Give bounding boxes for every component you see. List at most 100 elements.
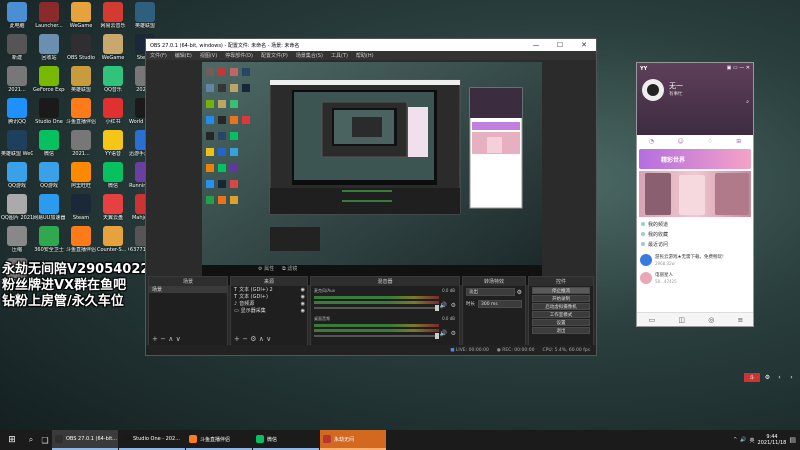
desktop-icon[interactable]: Studio One: [34, 98, 64, 125]
desktop-icon[interactable]: 微信: [34, 130, 64, 157]
ime-icon[interactable]: 英: [750, 437, 755, 444]
close-button[interactable]: ✕: [572, 39, 596, 51]
duration-input[interactable]: 300 ms: [478, 300, 522, 308]
desktop-icon[interactable]: 网易UU加速器: [33, 194, 65, 221]
yy-promo-image[interactable]: [639, 171, 751, 217]
desktop-icon[interactable]: WeGame: [66, 2, 96, 29]
desktop-icon[interactable]: 英雄联盟 WeGame: [1, 130, 33, 157]
desktop-icon[interactable]: 斗鱼直播伴侣: [66, 226, 96, 253]
target-icon[interactable]: ◎: [708, 316, 714, 324]
avatar[interactable]: [642, 79, 664, 101]
speaker-icon[interactable]: 🔊: [440, 302, 447, 309]
source-item[interactable]: T 文本 (GDI+) ◉: [231, 293, 307, 301]
settings-icon[interactable]: ⚙: [763, 373, 772, 382]
stop-streaming-button[interactable]: 停止推流: [532, 287, 590, 294]
volume-slider-handle[interactable]: [435, 333, 439, 339]
taskbar-app-button[interactable]: Studio One - 202...: [119, 430, 185, 450]
desktop-icon[interactable]: QQ游戏: [2, 162, 32, 189]
start-button[interactable]: ⊞: [0, 430, 24, 450]
search-icon[interactable]: ⌕: [24, 430, 38, 450]
scene-item[interactable]: 场景: [149, 286, 227, 293]
desktop-icon[interactable]: 微信: [98, 162, 128, 189]
source-item[interactable]: T 文本 (GDI+) 2 ◉: [231, 286, 307, 294]
taskbar-app-button[interactable]: 永劫无间: [320, 430, 386, 450]
menu-profile[interactable]: 配置文件(P): [261, 52, 288, 59]
yy-status[interactable]: 有事忙: [669, 91, 683, 97]
tray-overflow-icon[interactable]: ^: [733, 437, 737, 443]
desktop-icon[interactable]: QQ图片 20211009...: [1, 194, 33, 221]
gear-icon[interactable]: ⚙: [451, 330, 456, 337]
taskbar-app-button[interactable]: 斗鱼直播伴侣: [186, 430, 252, 450]
obs-titlebar[interactable]: OBS 27.0.1 (64-bit, windows) - 配置文件: 未命名…: [146, 39, 596, 51]
desktop-icon[interactable]: QQ音乐: [98, 66, 128, 93]
gear-icon[interactable]: ⚙: [451, 302, 456, 309]
menu-file[interactable]: 文件(F): [150, 52, 167, 59]
volume-slider-handle[interactable]: [435, 305, 439, 311]
yy-feed-item[interactable]: 电丽星人 58...47425: [637, 269, 753, 287]
taskbar-app-button[interactable]: OBS 27.0.1 (64-bit...: [52, 430, 118, 450]
task-view-icon[interactable]: ❑: [38, 430, 52, 450]
exit-button[interactable]: 退出: [532, 327, 590, 334]
volume-slider[interactable]: [314, 333, 439, 339]
start-recording-button[interactable]: 开始录制: [532, 295, 590, 302]
properties-button[interactable]: ⚙ 属性: [258, 265, 274, 272]
obs-window[interactable]: OBS 27.0.1 (64-bit, windows) - 配置文件: 未命名…: [145, 38, 597, 356]
menu-scene-collection[interactable]: 场景集合(S): [296, 52, 323, 59]
volume-icon[interactable]: 🔊: [740, 437, 746, 443]
menu-view[interactable]: 视图(V): [200, 52, 217, 59]
desktop-icon[interactable]: GeForce Experience: [33, 66, 65, 93]
desktop-icon[interactable]: 压缩: [2, 226, 32, 253]
desktop-icon[interactable]: 腾讯QQ: [2, 98, 32, 125]
add-source-icon[interactable]: +: [234, 335, 240, 343]
maximize-button[interactable]: ☐: [548, 39, 572, 51]
visibility-icon[interactable]: ◉: [301, 294, 307, 300]
add-scene-icon[interactable]: +: [152, 335, 158, 343]
yy-menu-recent[interactable]: 最近访问: [641, 239, 749, 249]
yy-feed-item[interactable]: 游民云游戏★无需下载，免费畅玩! 2968.32w: [637, 251, 753, 269]
chat-icon[interactable]: ◫: [678, 316, 685, 324]
source-item[interactable]: ♪ 音频源 ◉: [231, 300, 307, 308]
move-down-icon[interactable]: ∨: [266, 335, 271, 343]
desktop-icon[interactable]: WeGame: [98, 34, 128, 61]
remove-scene-icon[interactable]: −: [160, 335, 166, 343]
app-logo-icon[interactable]: 斗: [744, 373, 760, 382]
desktop-icon[interactable]: 小红书: [98, 98, 128, 125]
tab-channels[interactable]: ⊞: [736, 138, 741, 145]
menu-edit[interactable]: 编辑(E): [175, 52, 192, 59]
yy-window-controls[interactable]: ▣ ▭ — ✕: [727, 65, 750, 71]
visibility-icon[interactable]: ◉: [301, 301, 307, 307]
desktop-icon[interactable]: 天翼云盘: [98, 194, 128, 221]
source-item[interactable]: ▭ 显示器采集 ◉: [231, 307, 307, 315]
speaker-icon[interactable]: 🔊: [440, 330, 447, 337]
desktop-icon[interactable]: Launcher...: [34, 2, 64, 29]
menu-icon[interactable]: ≡: [738, 316, 744, 324]
desktop-icon[interactable]: 回收站: [34, 34, 64, 61]
yy-menu-my-channels[interactable]: 我的频道: [641, 219, 749, 229]
remove-source-icon[interactable]: −: [242, 335, 248, 343]
minimize-button[interactable]: —: [524, 39, 548, 51]
tab-friends[interactable]: ☺: [678, 138, 684, 145]
search-icon[interactable]: ⌕: [746, 99, 749, 105]
desktop-icon[interactable]: YY语音: [98, 130, 128, 157]
tab-groups[interactable]: ♢: [707, 138, 712, 145]
desktop-icon[interactable]: 网易云音乐: [98, 2, 128, 29]
tab-messages[interactable]: ◔: [649, 138, 654, 145]
desktop-icon[interactable]: 英雄联盟: [66, 66, 96, 93]
yy-menu-favorites[interactable]: 我的收藏: [641, 229, 749, 239]
move-down-icon[interactable]: ∨: [176, 335, 181, 343]
settings-button[interactable]: 设置: [532, 319, 590, 326]
visibility-icon[interactable]: ◉: [301, 287, 307, 293]
taskbar-app-button[interactable]: 微信: [253, 430, 319, 450]
menu-tools[interactable]: 工具(T): [331, 52, 348, 59]
desktop-icon[interactable]: 新建: [2, 34, 32, 61]
desktop-icon[interactable]: QQ游戏: [34, 162, 64, 189]
obs-preview-canvas[interactable]: [202, 62, 542, 285]
filters-button[interactable]: ⧉ 滤镜: [282, 265, 297, 272]
desktop-icon[interactable]: Steam: [66, 194, 96, 221]
desktop-icon[interactable]: 斗鱼直播伴侣: [66, 98, 96, 125]
camera-icon[interactable]: ▭: [649, 316, 656, 324]
visibility-icon[interactable]: ◉: [301, 308, 307, 314]
menu-docks[interactable]: 停靠部件(D): [225, 52, 253, 59]
desktop-icon[interactable]: 英雄联盟: [130, 2, 160, 29]
gear-icon[interactable]: ⚙: [517, 289, 522, 296]
